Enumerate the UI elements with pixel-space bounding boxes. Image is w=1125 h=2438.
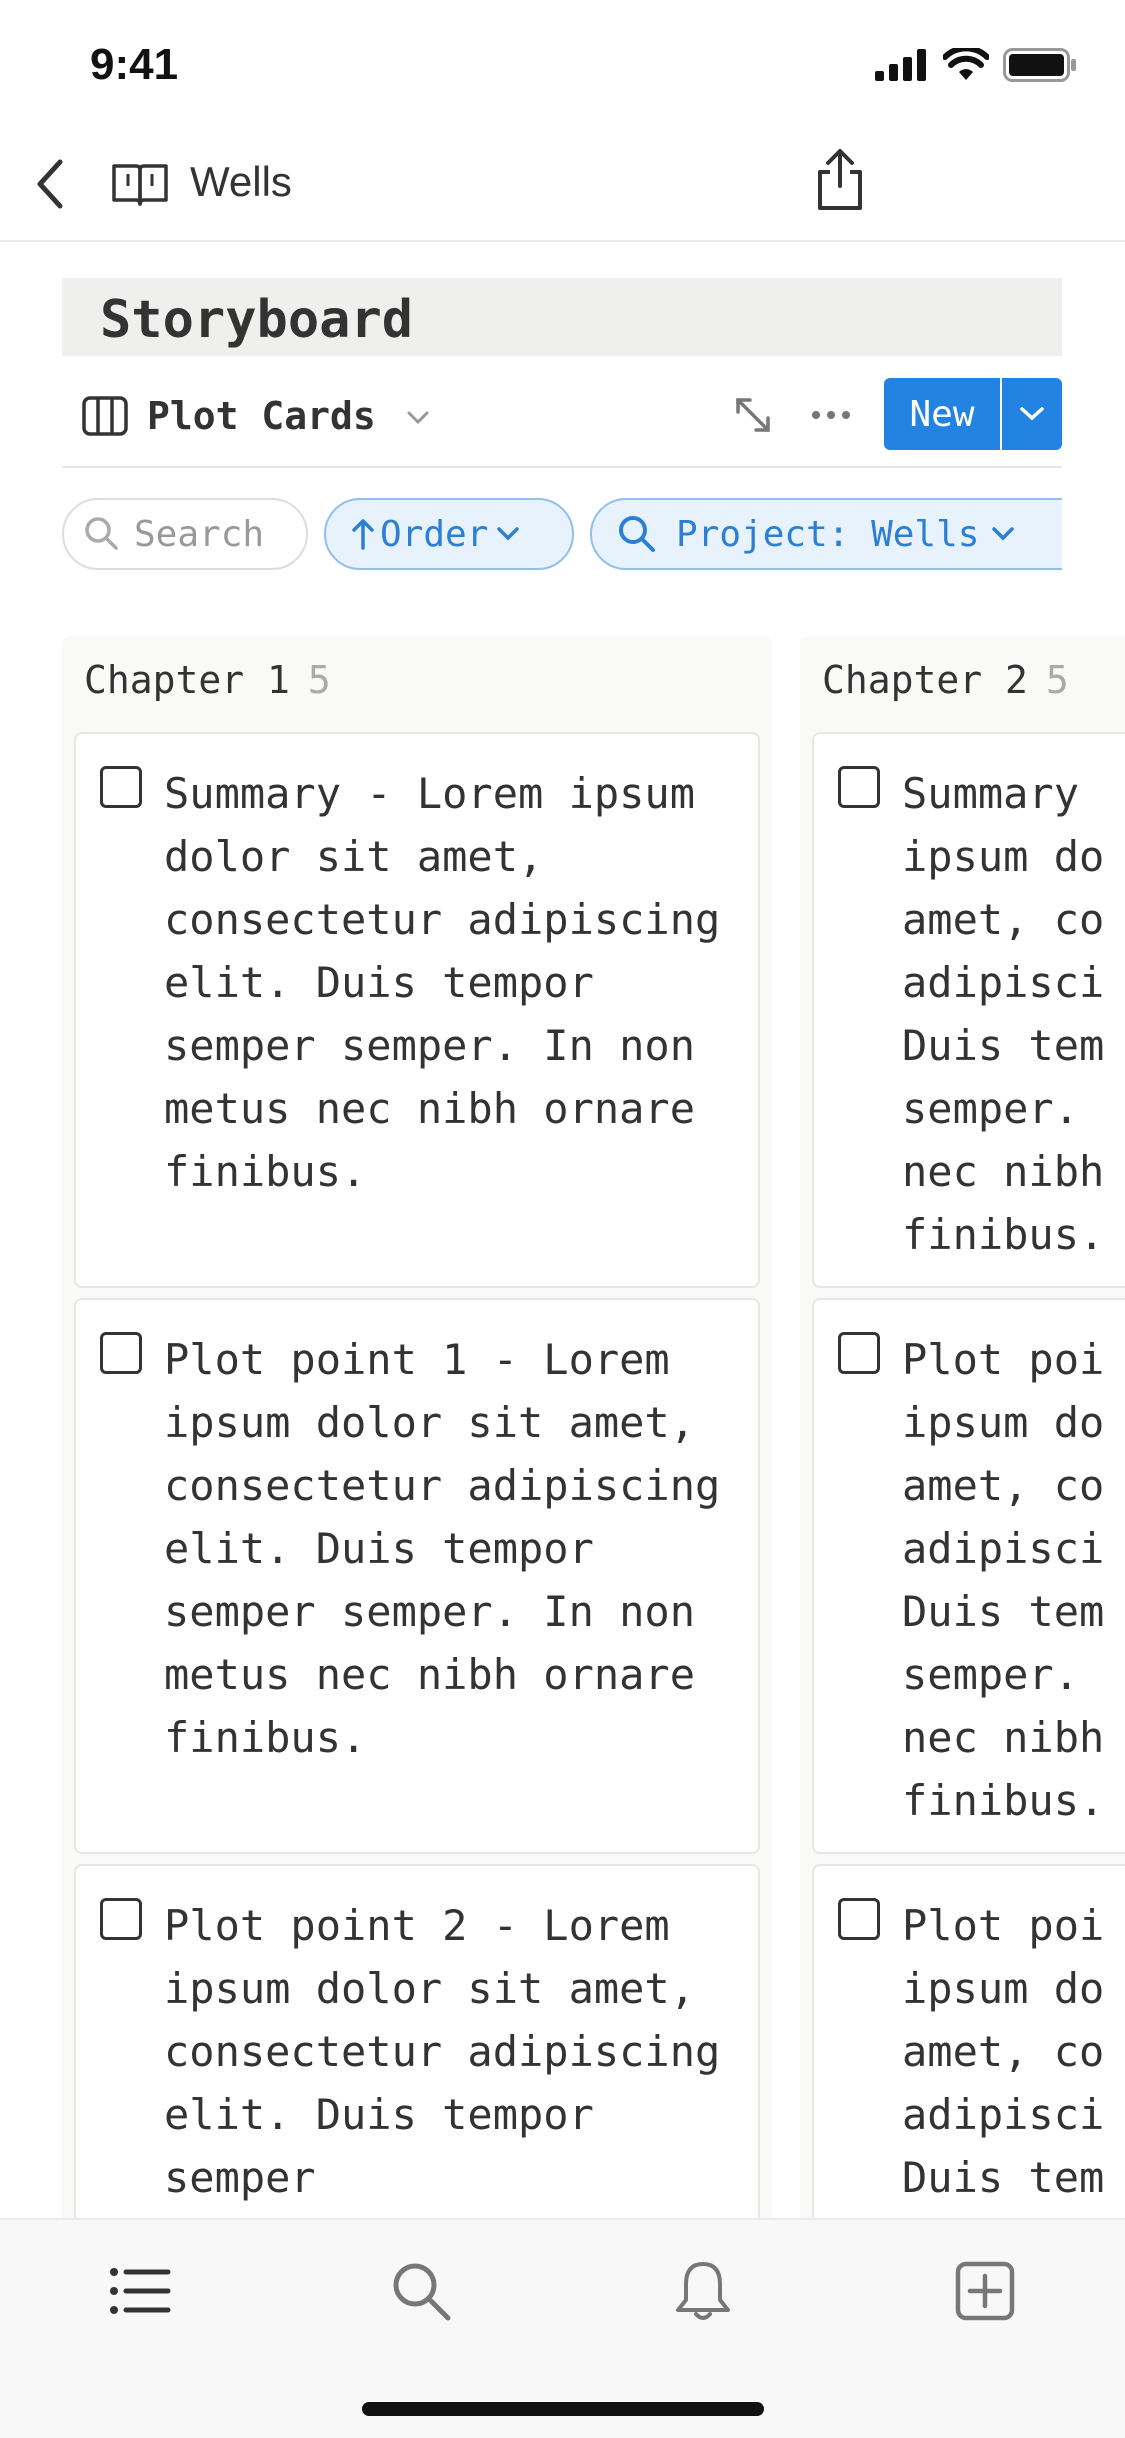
status-icons — [875, 48, 1077, 82]
navigation-bar: Wells — [0, 130, 1125, 242]
card-text: Plot poi ipsum do amet, co adipisci Duis… — [902, 1901, 1105, 2202]
arrow-up-icon — [352, 519, 374, 550]
back-chevron-icon[interactable] — [28, 154, 72, 214]
board-card[interactable]: Plot point 1 - Lorem ipsum dolor sit ame… — [74, 1298, 760, 1854]
share-icon[interactable] — [810, 146, 870, 212]
expand-icon[interactable] — [732, 394, 774, 436]
battery-icon — [1003, 48, 1076, 82]
board-card[interactable]: Plot poi ipsum do amet, co adipisci Duis… — [812, 1864, 1125, 2236]
card-text: Plot point 2 - Lorem ipsum dolor sit ame… — [164, 1901, 721, 2202]
order-filter[interactable]: Order — [324, 498, 574, 570]
board-card[interactable]: Plot poi ipsum do amet, co adipisci Duis… — [812, 1298, 1125, 1854]
column-count: 5 — [1045, 658, 1069, 702]
board-card[interactable]: Summary - Lorem ipsum dolor sit amet, co… — [74, 732, 760, 1288]
column-header[interactable]: Chapter 2 5 — [822, 658, 1069, 702]
add-square-icon[interactable] — [952, 2258, 1018, 2324]
status-bar: 9:41 — [0, 0, 1125, 130]
card-text: Summary - Lorem ipsum dolor sit amet, co… — [164, 769, 721, 1196]
card-checkbox[interactable] — [838, 1898, 880, 1940]
card-checkbox[interactable] — [838, 766, 880, 808]
card-checkbox[interactable] — [100, 1332, 142, 1374]
column-count: 5 — [307, 658, 331, 702]
page-title[interactable]: Wells — [190, 158, 292, 206]
search-icon — [619, 516, 655, 552]
project-label: Project: Wells — [676, 513, 980, 555]
board-column-chapter-2: Chapter 2 5 Summary ipsum do amet, co adi… — [800, 636, 1125, 2236]
view-name[interactable]: Plot Cards — [147, 394, 376, 438]
card-checkbox[interactable] — [100, 1898, 142, 1940]
bell-icon[interactable] — [670, 2258, 736, 2324]
card-text: Summary ipsum do amet, co adipisci Duis … — [902, 769, 1105, 1259]
card-text: Plot point 1 - Lorem ipsum dolor sit ame… — [164, 1335, 721, 1762]
column-name: Chapter 2 — [822, 658, 1028, 702]
board-column-chapter-1: Chapter 1 5 Summary - Lorem ipsum dolor s… — [62, 636, 772, 2364]
more-icon[interactable] — [808, 400, 854, 430]
chevron-down-icon — [1020, 407, 1044, 421]
chevron-down-icon — [497, 527, 520, 541]
search-icon[interactable] — [388, 2258, 454, 2324]
signal-icon — [875, 49, 926, 81]
book-icon — [112, 164, 168, 206]
home-indicator — [362, 2402, 764, 2416]
project-filter[interactable]: Project: Wells — [590, 498, 1062, 570]
column-header[interactable]: Chapter 1 5 — [84, 658, 331, 702]
filter-row: Search Order Project: Wells — [62, 498, 1062, 574]
card-text: Plot poi ipsum do amet, co adipisci Duis… — [902, 1335, 1105, 1825]
status-time: 9:41 — [90, 40, 179, 89]
chevron-down-icon — [992, 527, 1015, 541]
wifi-icon — [943, 48, 989, 80]
search-pill[interactable]: Search — [62, 498, 308, 570]
new-options-button[interactable] — [1002, 378, 1062, 450]
order-label: Order — [380, 513, 489, 555]
search-icon — [85, 517, 118, 550]
board-title[interactable]: Storyboard — [62, 278, 1062, 356]
card-checkbox[interactable] — [100, 766, 142, 808]
list-icon[interactable] — [106, 2258, 172, 2324]
chevron-down-icon[interactable] — [406, 410, 430, 426]
board-view-icon[interactable] — [82, 396, 128, 436]
column-name: Chapter 1 — [84, 658, 290, 702]
board-card[interactable]: Summary ipsum do amet, co adipisci Duis … — [812, 732, 1125, 1288]
search-placeholder: Search — [134, 513, 265, 555]
view-toolbar: Plot Cards New — [62, 370, 1062, 468]
card-checkbox[interactable] — [838, 1332, 880, 1374]
new-button[interactable]: New — [884, 378, 1000, 450]
